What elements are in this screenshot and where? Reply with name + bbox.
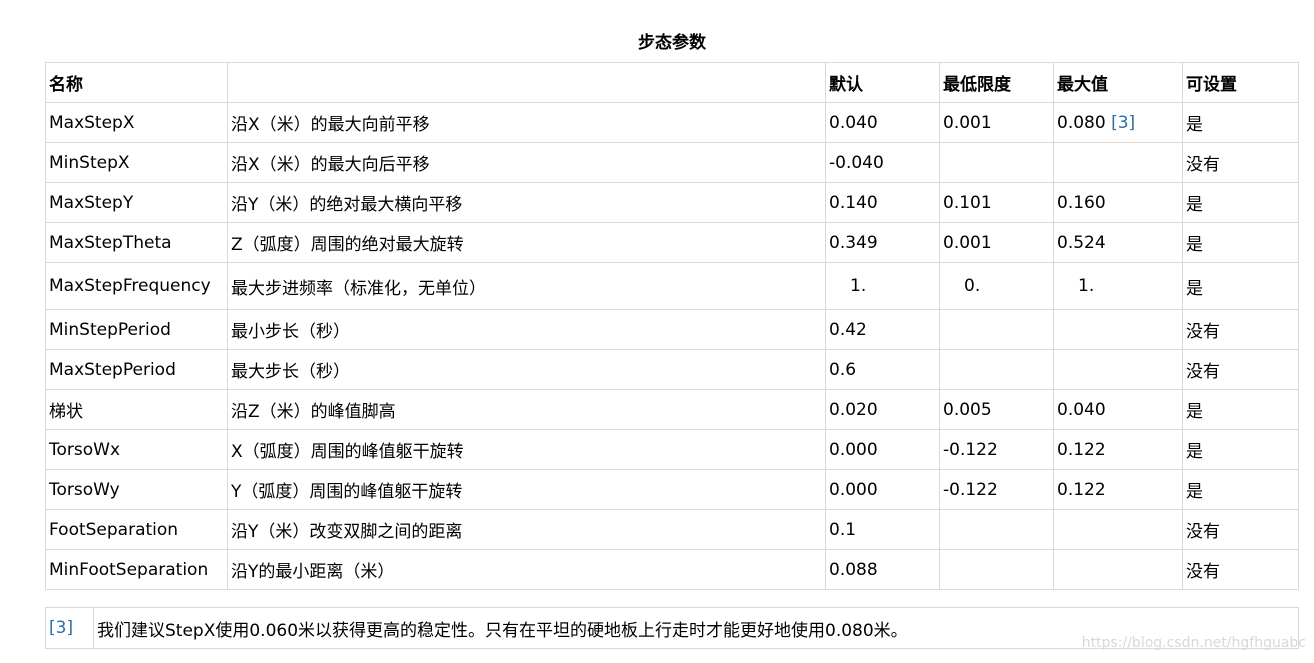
- param-default: 0.42: [825, 309, 940, 350]
- param-settable: 没有: [1182, 309, 1299, 350]
- table-row: MaxStepPeriod 最大步长（秒） 0.6 没有: [45, 349, 1299, 390]
- table-caption: 步态参数: [638, 33, 706, 53]
- param-max: [1053, 549, 1183, 590]
- table-row: MinStepX 沿X（米）的最大向后平移 -0.040 没有: [45, 142, 1299, 183]
- table-row: TorsoWx X（弧度）周围的峰值躯干旋转 0.000 -0.122 0.12…: [45, 429, 1299, 470]
- gait-parameters-table: 名称 默认 最低限度 最大值 可设置 MaxStepX 沿X（米）的最大向前平移…: [45, 62, 1299, 590]
- param-max: 0.122: [1053, 429, 1183, 470]
- param-name: MaxStepTheta: [45, 222, 228, 263]
- param-default: 0.1: [825, 509, 940, 550]
- header-default: 默认: [825, 62, 940, 103]
- param-min: [939, 549, 1054, 590]
- header-description: [227, 62, 826, 103]
- param-max: [1053, 142, 1183, 183]
- table-row: MaxStepY 沿Y（米）的绝对最大横向平移 0.140 0.101 0.16…: [45, 182, 1299, 223]
- param-settable: 是: [1182, 222, 1299, 263]
- param-min: 0.: [939, 262, 1054, 310]
- param-default: -0.040: [825, 142, 940, 183]
- param-default: 0.140: [825, 182, 940, 223]
- param-name: FootSeparation: [45, 509, 228, 550]
- table-row: MaxStepX 沿X（米）的最大向前平移 0.040 0.001 0.080 …: [45, 102, 1299, 143]
- header-row: 名称 默认 最低限度 最大值 可设置: [45, 62, 1299, 103]
- header-max: 最大值: [1053, 62, 1183, 103]
- table-row: MinStepPeriod 最小步长（秒） 0.42 没有: [45, 309, 1299, 350]
- param-default: 0.6: [825, 349, 940, 390]
- param-max-cell: 0.080 [3]: [1053, 102, 1183, 143]
- param-settable: 没有: [1182, 142, 1299, 183]
- param-max: [1053, 349, 1183, 390]
- param-name: 梯状: [45, 389, 228, 430]
- param-description: 沿Z（米）的峰值脚高: [227, 389, 826, 430]
- header-name: 名称: [45, 62, 228, 103]
- param-name: TorsoWy: [45, 469, 228, 510]
- param-description: 沿Y（米）的绝对最大横向平移: [227, 182, 826, 223]
- param-default: 0.040: [825, 102, 940, 143]
- param-settable: 是: [1182, 389, 1299, 430]
- param-min: -0.122: [939, 429, 1054, 470]
- param-name: MinStepPeriod: [45, 309, 228, 350]
- param-min: 0.001: [939, 102, 1054, 143]
- param-description: 沿X（米）的最大向前平移: [227, 102, 826, 143]
- param-default: 1.: [825, 262, 940, 310]
- table-row: MinFootSeparation 沿Y的最小距离（米） 0.088 没有: [45, 549, 1299, 590]
- param-description: X（弧度）周围的峰值躯干旋转: [227, 429, 826, 470]
- param-settable: 是: [1182, 262, 1299, 310]
- param-settable: 是: [1182, 102, 1299, 143]
- param-settable: 是: [1182, 429, 1299, 470]
- param-name: MaxStepPeriod: [45, 349, 228, 390]
- table-row: MaxStepFrequency 最大步进频率（标准化，无单位） 1. 0. 1…: [45, 262, 1299, 310]
- param-max: [1053, 309, 1183, 350]
- param-max: 0.040: [1053, 389, 1183, 430]
- param-min: [939, 309, 1054, 350]
- param-min: [939, 349, 1054, 390]
- param-min: 0.005: [939, 389, 1054, 430]
- watermark: https://blog.csdn.net/hgfhguabc: [1081, 635, 1306, 651]
- param-max: 0.524: [1053, 222, 1183, 263]
- param-name: MinFootSeparation: [45, 549, 228, 590]
- param-name: TorsoWx: [45, 429, 228, 470]
- header-min: 最低限度: [939, 62, 1054, 103]
- footnote-backlink[interactable]: [3]: [49, 618, 73, 638]
- param-settable: 没有: [1182, 549, 1299, 590]
- param-max: 0.080: [1057, 112, 1106, 133]
- param-min: -0.122: [939, 469, 1054, 510]
- param-default: 0.000: [825, 469, 940, 510]
- table-row: FootSeparation 沿Y（米）改变双脚之间的距离 0.1 没有: [45, 509, 1299, 550]
- param-description: 最小步长（秒）: [227, 309, 826, 350]
- param-description: 最大步长（秒）: [227, 349, 826, 390]
- param-default: 0.349: [825, 222, 940, 263]
- table-row: MaxStepTheta Z（弧度）周围的绝对最大旋转 0.349 0.001 …: [45, 222, 1299, 263]
- param-max: [1053, 509, 1183, 550]
- param-description: 沿Y的最小距离（米）: [227, 549, 826, 590]
- param-settable: 没有: [1182, 349, 1299, 390]
- param-max: 0.160: [1053, 182, 1183, 223]
- param-settable: 是: [1182, 469, 1299, 510]
- param-min: [939, 142, 1054, 183]
- table-row: 梯状 沿Z（米）的峰值脚高 0.020 0.005 0.040 是: [45, 389, 1299, 430]
- param-default: 0.020: [825, 389, 940, 430]
- param-description: 沿X（米）的最大向后平移: [227, 142, 826, 183]
- footnote-ref-cell: [3]: [45, 607, 94, 649]
- param-settable: 是: [1182, 182, 1299, 223]
- param-settable: 没有: [1182, 509, 1299, 550]
- param-description: Y（弧度）周围的峰值躯干旋转: [227, 469, 826, 510]
- param-min: [939, 509, 1054, 550]
- param-description: 沿Y（米）改变双脚之间的距离: [227, 509, 826, 550]
- param-name: MaxStepFrequency: [45, 262, 228, 310]
- param-min: 0.001: [939, 222, 1054, 263]
- param-max: 0.122: [1053, 469, 1183, 510]
- param-name: MaxStepY: [45, 182, 228, 223]
- param-name: MaxStepX: [45, 102, 228, 143]
- param-description: Z（弧度）周围的绝对最大旋转: [227, 222, 826, 263]
- param-min: 0.101: [939, 182, 1054, 223]
- footnote-link[interactable]: [3]: [1111, 113, 1135, 133]
- param-default: 0.088: [825, 549, 940, 590]
- param-name: MinStepX: [45, 142, 228, 183]
- param-default: 0.000: [825, 429, 940, 470]
- header-settable: 可设置: [1182, 62, 1299, 103]
- table-row: TorsoWy Y（弧度）周围的峰值躯干旋转 0.000 -0.122 0.12…: [45, 469, 1299, 510]
- param-description: 最大步进频率（标准化，无单位）: [227, 262, 826, 310]
- param-max: 1.: [1053, 262, 1183, 310]
